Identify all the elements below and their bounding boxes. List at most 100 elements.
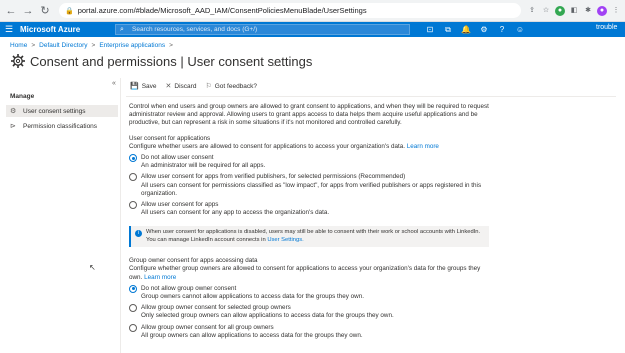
discard-button[interactable]: ✕ Discard [165,82,197,91]
directory-filter-icon[interactable]: ⧉ [443,25,453,35]
page-title: Consent and permissions | User consent s… [30,54,312,69]
command-bar: 💾 Save ✕ Discard ⚐ Got feedback? [130,82,258,91]
breadcrumb-separator: > [91,42,96,49]
profile-avatar-icon[interactable]: ● [597,5,607,16]
page-header: Consent and permissions | User consent s… [10,53,312,69]
reload-icon[interactable]: ↻ [38,4,52,18]
learn-more-link[interactable]: Learn more [407,143,439,150]
puzzle-icon[interactable]: ✱ [583,6,593,16]
sidebar-item-user-consent-settings[interactable]: ⚙ User consent settings [6,105,118,117]
sidebar-item-permission-classifications[interactable]: ⊳ Permission classifications [6,120,118,132]
back-icon[interactable]: ← [4,4,18,18]
gear-icon: ⚙ [10,108,17,115]
breadcrumb: Home > Default Directory > Enterprise ap… [10,42,173,49]
info-banner: i When user consent for applications is … [129,226,489,248]
user-consent-section-label: User consent for applications [129,134,211,142]
group-consent-desc-text: Configure whether group owners are allow… [129,265,481,281]
user-settings-link[interactable]: User Settings. [267,237,303,243]
share-icon[interactable]: ⇪ [527,6,537,16]
radio-option[interactable]: Do not allow user consent An administrat… [129,154,494,170]
page-title-sub: User consent settings [187,53,313,69]
address-bar[interactable]: 🔒 portal.azure.com/#blade/Microsoft_AAD_… [59,3,521,18]
radio-option-title: Allow group owner consent for all group … [141,323,274,331]
info-icon: i [135,230,142,238]
nav-divider [120,78,121,353]
radio-option-title: Allow user consent for apps [141,201,219,209]
page-title-main: Consent and permissions [30,53,177,69]
radio-option-title: Allow user consent for apps from verifie… [141,173,406,181]
star-icon[interactable]: ☆ [541,6,551,16]
user-account-name[interactable]: trouble [596,24,617,31]
collapse-nav-button[interactable]: « [112,80,116,87]
page-title-separator: | [176,53,188,69]
radio-button[interactable] [129,201,137,210]
radio-option-desc: Group owners cannot allow applications t… [141,293,364,301]
mouse-cursor-icon: ↖ [89,263,96,272]
radio-option[interactable]: Allow group owner consent for all group … [129,323,494,340]
sidebar-item-label: User consent settings [23,107,86,115]
extension-icon[interactable]: ◧ [569,6,579,16]
info-text: When user consent for applications is di… [146,229,483,244]
discard-label: Discard [174,82,197,90]
search-placeholder: Search resources, services, and docs (G+… [132,26,258,33]
radio-option-text: Allow group owner consent for selected g… [141,304,394,320]
header-actions: ⊡ ⧉ 🔔 ⚙ ? ☺ [425,22,525,37]
learn-more-link[interactable]: Learn more [144,274,176,281]
extension-green-icon[interactable]: ● [555,5,565,16]
radio-button[interactable] [129,323,137,332]
breadcrumb-separator: > [31,42,36,49]
feedback-label: Got feedback? [214,82,258,90]
save-button[interactable]: 💾 Save [130,82,157,91]
close-icon: ✕ [165,83,172,90]
address-bar-url: portal.azure.com/#blade/Microsoft_AAD_IA… [77,6,367,15]
azure-brand[interactable]: Microsoft Azure [18,25,104,34]
azure-header: ☰ Microsoft Azure ⌕ Search resources, se… [0,22,625,37]
forward-icon[interactable]: → [21,4,35,18]
feedback-icon[interactable]: ☺ [515,25,525,34]
hamburger-menu-icon[interactable]: ☰ [0,24,18,35]
intro-text: Control when end users and group owners … [129,103,489,127]
more-options-button[interactable]: ... [273,59,283,68]
radio-option-desc: All users can consent for any app to acc… [141,209,330,217]
radio-button[interactable] [129,173,137,182]
radio-option[interactable]: Allow user consent for apps All users ca… [129,201,494,217]
radio-option[interactable]: Do not allow group owner consent Group o… [129,284,494,301]
breadcrumb-enterprise-applications[interactable]: Enterprise applications [99,42,165,49]
breadcrumb-home[interactable]: Home [10,42,27,49]
radio-option-desc: All users can consent for permissions cl… [141,181,482,197]
radio-option[interactable]: Allow user consent for apps from verifie… [129,173,494,198]
breadcrumb-separator: > [169,42,173,49]
user-consent-section-desc: Configure whether users are allowed to c… [129,143,494,151]
radio-option-desc: An administrator will be required for al… [141,162,266,170]
radio-option-title: Do not allow user consent [141,154,214,162]
radio-button-checked[interactable] [129,284,137,293]
radio-option-text: Allow user consent for apps from verifie… [141,173,494,198]
global-search-input[interactable]: ⌕ Search resources, services, and docs (… [115,24,410,35]
menu-dots-icon[interactable]: ⋮ [611,6,621,16]
radio-option-text: Do not allow user consent An administrat… [141,154,265,170]
user-consent-desc-text: Configure whether users are allowed to c… [129,142,405,150]
radio-button[interactable] [129,304,137,313]
settings-gear-icon[interactable]: ⚙ [479,25,489,34]
lock-icon: 🔒 [65,7,74,15]
radio-option[interactable]: Allow group owner consent for selected g… [129,304,494,320]
feedback-button[interactable]: ⚐ Got feedback? [205,82,258,91]
group-consent-section-desc: Configure whether group owners are allow… [129,265,494,281]
radio-option-text: Do not allow group owner consent Group o… [141,285,364,301]
radio-option-desc: All group owners can allow applications … [141,331,363,339]
breadcrumb-default-directory[interactable]: Default Directory [39,42,87,49]
cloud-shell-icon[interactable]: ⊡ [425,25,435,34]
save-icon: 💾 [130,83,139,90]
radio-option-title: Do not allow group owner consent [141,284,237,292]
notifications-bell-icon[interactable]: 🔔 [461,25,471,34]
radio-option-text: Allow group owner consent for all group … [141,324,363,340]
radio-option-title: Allow group owner consent for selected g… [141,304,291,312]
browser-toolbar: ← → ↻ 🔒 portal.azure.com/#blade/Microsof… [0,0,625,22]
radio-button-checked[interactable] [129,154,137,163]
sidebar-item-label: Permission classifications [23,122,98,130]
tag-icon: ⊳ [10,123,16,130]
browser-extensions: ⇪ ☆ ● ◧ ✱ ● ⋮ [527,5,621,16]
settings-content: Control when end users and group owners … [129,103,494,340]
radio-option-desc: Only selected group owners can allow app… [141,312,394,320]
help-question-icon[interactable]: ? [497,25,507,34]
